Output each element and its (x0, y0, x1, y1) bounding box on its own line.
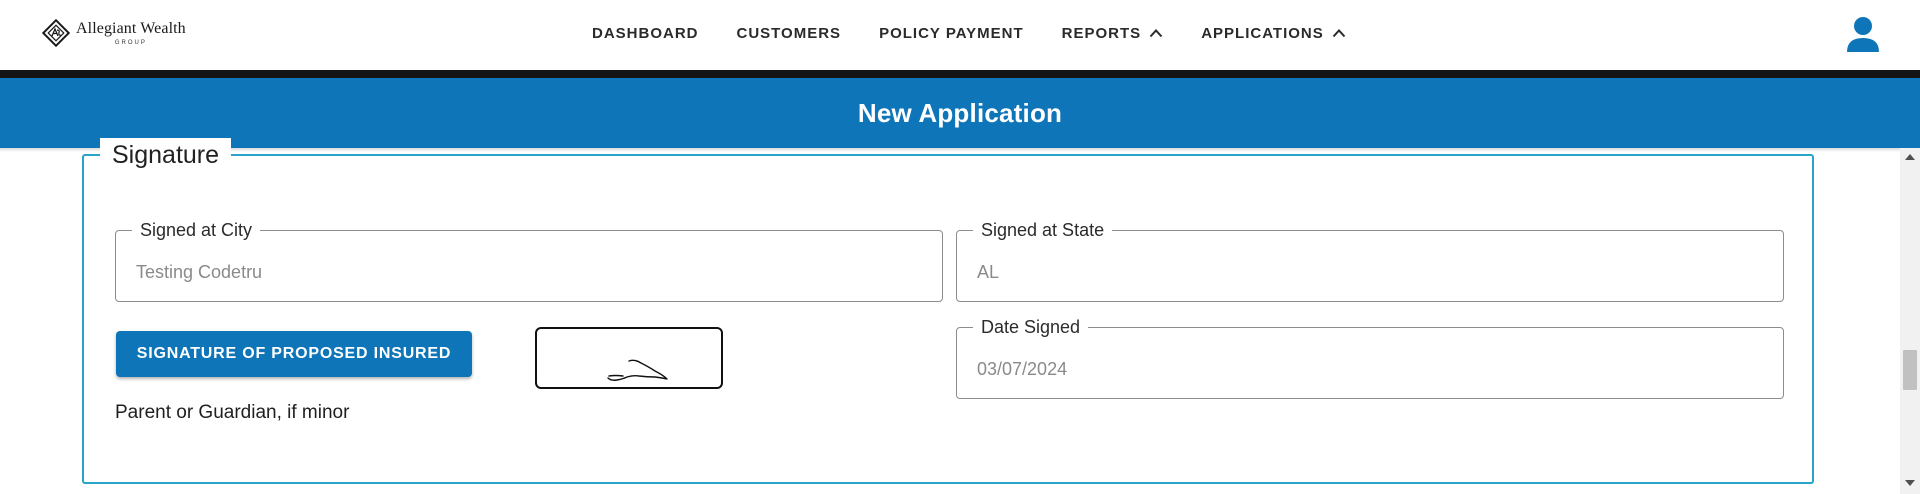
diamond-monogram-icon (42, 19, 70, 47)
signature-section (82, 154, 1814, 484)
nav-item-customers[interactable]: CUSTOMERS (737, 25, 842, 42)
signature-section-title: Signature (100, 138, 232, 172)
brand-logo[interactable]: Allegiant Wealth GROUP (42, 16, 186, 50)
signed-at-city-label: Signed at City (132, 219, 261, 241)
nav-item-label: APPLICATIONS (1201, 24, 1324, 42)
nav-item-label: POLICY PAYMENT (879, 24, 1024, 42)
chevron-up-icon (1332, 28, 1346, 38)
brand-name: Allegiant Wealth (76, 19, 186, 37)
header-divider (0, 70, 1920, 78)
signature-drawing (607, 359, 668, 381)
page-title: New Application (857, 97, 1063, 128)
top-navbar: Allegiant Wealth GROUP DASHBOARD CUSTOME… (0, 0, 1920, 70)
brand-subtitle: GROUP (114, 39, 147, 46)
signed-at-state-label: Signed at State (973, 219, 1113, 241)
nav-item-reports[interactable]: REPORTS (1062, 25, 1164, 42)
title-bar-shadow (0, 148, 1900, 152)
date-signed-label: Date Signed (973, 316, 1089, 338)
date-signed-value: 03/07/2024 (977, 359, 1068, 379)
scrollbar-thumb[interactable] (1903, 350, 1917, 390)
scroll-up-arrow-icon[interactable] (1905, 154, 1915, 160)
nav-item-policy-payment[interactable]: POLICY PAYMENT (879, 25, 1024, 42)
signature-of-proposed-insured-button[interactable]: SIGNATURE OF PROPOSED INSURED (116, 331, 472, 377)
nav-item-label: REPORTS (1061, 24, 1142, 42)
signed-at-state-value: AL (977, 262, 1000, 282)
nav-item-dashboard[interactable]: DASHBOARD (592, 25, 699, 42)
nav-item-applications[interactable]: APPLICATIONS (1201, 25, 1346, 42)
page-title-bar: New Application (0, 78, 1920, 148)
date-signed-field[interactable]: Date Signed 03/07/2024 (956, 316, 1784, 399)
signed-at-city-field[interactable]: Signed at City Testing Codetru (115, 219, 943, 302)
main-nav: DASHBOARD CUSTOMERS POLICY PAYMENT REPOR… (592, 0, 1346, 66)
parent-guardian-note: Parent or Guardian, if minor (115, 402, 350, 423)
nav-item-label: CUSTOMERS (736, 24, 842, 42)
signed-at-state-field[interactable]: Signed at State AL (956, 219, 1784, 302)
nav-item-label: DASHBOARD (592, 24, 699, 42)
user-account-icon[interactable] (1843, 14, 1883, 54)
signature-pad[interactable] (535, 327, 723, 389)
page-scrollbar[interactable] (1900, 148, 1920, 494)
chevron-up-icon (1149, 28, 1163, 38)
signed-at-city-value: Testing Codetru (136, 262, 263, 282)
scroll-down-arrow-icon[interactable] (1905, 480, 1915, 486)
